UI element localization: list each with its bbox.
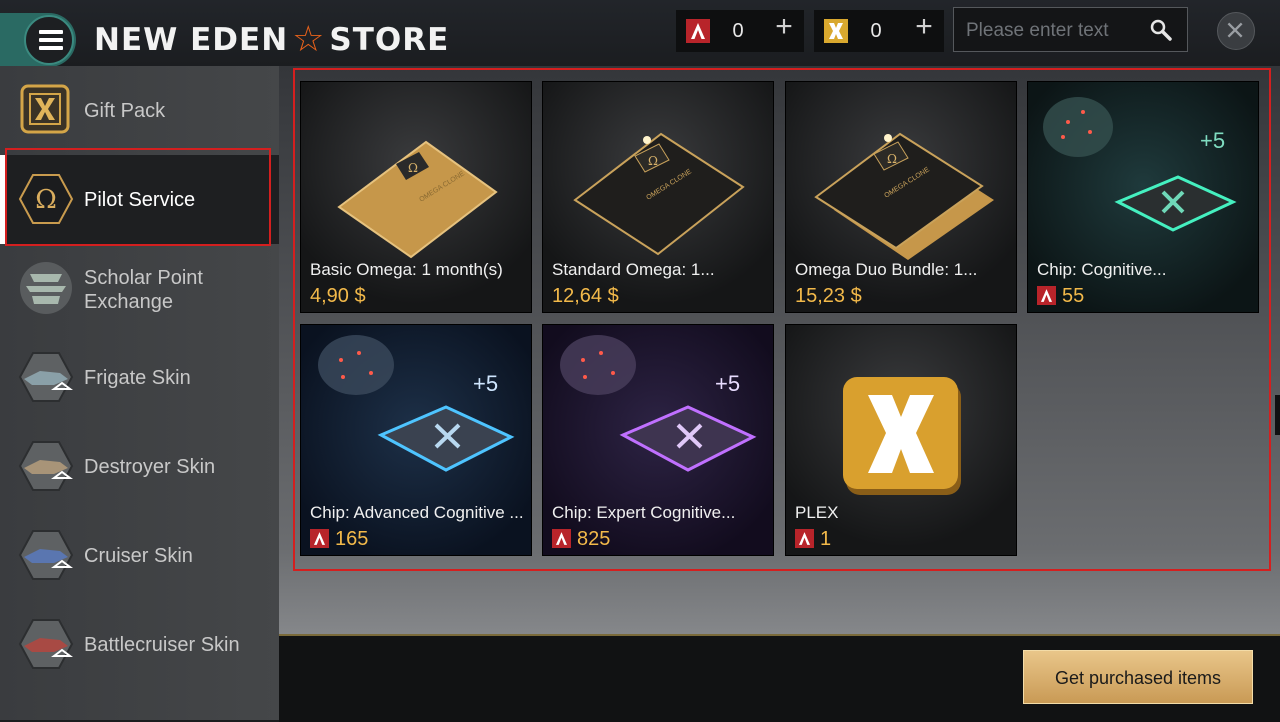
price-value: 825 <box>577 528 611 550</box>
sidebar-item-label: Gift Pack <box>84 100 166 122</box>
sidebar-item-label: Battlecruiser Skin <box>84 634 240 656</box>
search-box <box>953 7 1188 52</box>
sidebar-item-cruiser-skin[interactable]: Cruiser Skin <box>0 511 279 600</box>
scholar-icon <box>20 262 72 314</box>
product-card-chip-advanced-cognitive[interactable]: +5 Chip: Advanced Cognitive ... 165 <box>301 325 531 555</box>
sidebar-item-battlecruiser-skin[interactable]: Battlecruiser Skin <box>0 600 279 689</box>
product-price: 15,23 $ <box>795 285 862 308</box>
store-title-left: NEW EDEN <box>94 22 289 58</box>
sidebar-item-frigate-skin[interactable]: Frigate Skin <box>0 333 279 422</box>
aurum-icon <box>1037 286 1056 305</box>
aurum-icon <box>310 529 329 548</box>
product-card-basic-omega[interactable]: Ω OMEGA CLONE Basic Omega: 1 month(s) 4,… <box>301 82 531 312</box>
sidebar-item-destroyer-skin[interactable]: Destroyer Skin <box>0 422 279 511</box>
product-price: 4,90 $ <box>310 285 366 308</box>
product-name: Omega Duo Bundle: 1... <box>795 260 978 279</box>
plex-value: 0 <box>870 20 882 42</box>
product-name: PLEX <box>795 503 839 522</box>
active-indicator <box>0 155 5 244</box>
product-card-chip-cognitive[interactable]: +5 Chip: Cognitive... 55 <box>1028 82 1258 312</box>
sidebar-item-label: Destroyer Skin <box>84 456 216 478</box>
aurum-icon <box>795 529 814 548</box>
add-aurum-button[interactable]: + <box>770 10 798 44</box>
aurum-icon <box>686 19 710 43</box>
product-name: Chip: Cognitive... <box>1037 260 1167 279</box>
get-purchased-items-button[interactable]: Get purchased items <box>1023 650 1253 704</box>
product-card-plex[interactable]: PLEX 1 <box>786 325 1016 555</box>
product-name: Standard Omega: 1... <box>552 260 715 279</box>
price-value: 55 <box>1062 285 1085 307</box>
close-icon <box>1227 22 1243 38</box>
price-value: 165 <box>335 528 369 550</box>
price-value: 4,90 $ <box>310 285 366 307</box>
close-button[interactable] <box>1217 12 1255 50</box>
category-sidebar: Gift Pack Ω Pilot Service Scholar Point … <box>0 66 279 720</box>
product-price: 1 <box>795 528 831 551</box>
menu-button[interactable] <box>0 13 76 67</box>
scrollbar-thumb[interactable] <box>1275 395 1280 435</box>
price-value: 15,23 $ <box>795 285 862 307</box>
price-value: 1 <box>820 528 832 550</box>
svg-text:Ω: Ω <box>648 154 658 168</box>
chip-badge: +5 <box>715 371 740 396</box>
price-value: 12,64 $ <box>552 285 619 307</box>
search-input[interactable] <box>964 16 1148 46</box>
aurum-balance: 0 + <box>676 10 804 52</box>
product-name: Chip: Expert Cognitive... <box>552 503 736 522</box>
omega-duo-image: Ω OMEGA CLONE <box>814 132 994 260</box>
chip-image: +5 <box>1043 97 1237 232</box>
store-title: NEW EDEN ☆ STORE <box>94 18 450 60</box>
product-card-omega-duo[interactable]: Ω OMEGA CLONE Omega Duo Bundle: 1... 15,… <box>786 82 1016 312</box>
product-price: 165 <box>310 528 368 551</box>
store-title-right: STORE <box>329 22 450 58</box>
plex-balance: 0 + <box>814 10 944 52</box>
product-name: Basic Omega: 1 month(s) <box>310 260 503 279</box>
omega-card-image: Ω OMEGA CLONE <box>337 140 498 259</box>
add-plex-button[interactable]: + <box>910 10 938 44</box>
sidebar-item-label: Scholar Point Exchange <box>84 267 203 313</box>
product-price: 825 <box>552 528 610 551</box>
gift-pack-icon <box>20 84 70 134</box>
aurum-icon <box>552 529 571 548</box>
omega-card-image: Ω OMEGA CLONE <box>573 132 745 256</box>
search-icon[interactable] <box>1149 18 1173 42</box>
destroyer-icon <box>18 441 74 491</box>
omega-icon: Ω <box>18 174 74 224</box>
sidebar-item-pilot-service[interactable]: Ω Pilot Service <box>0 155 279 244</box>
sidebar-item-scholar-point-exchange[interactable]: Scholar Point Exchange <box>0 244 279 333</box>
sidebar-item-gift-pack[interactable]: Gift Pack <box>0 66 279 155</box>
product-price: 12,64 $ <box>552 285 619 308</box>
svg-text:Ω: Ω <box>887 152 897 166</box>
menu-icon <box>24 15 74 65</box>
product-name: Chip: Advanced Cognitive ... <box>310 503 524 522</box>
sidebar-item-label: Frigate Skin <box>84 367 191 389</box>
product-card-standard-omega[interactable]: Ω OMEGA CLONE Standard Omega: 1... 12,64… <box>543 82 773 312</box>
svg-text:Ω: Ω <box>408 161 418 175</box>
sidebar-item-label: Pilot Service <box>84 189 196 211</box>
product-card-chip-expert-cognitive[interactable]: +5 Chip: Expert Cognitive... 825 <box>543 325 773 555</box>
chip-badge: +5 <box>473 371 498 396</box>
battlecruiser-icon <box>18 619 74 669</box>
aurum-value: 0 <box>732 20 744 42</box>
plex-icon <box>824 19 848 43</box>
svg-text:Ω: Ω <box>35 185 57 215</box>
chip-badge: +5 <box>1200 128 1225 153</box>
cruiser-icon <box>18 530 74 580</box>
chip-image: +5 <box>560 335 757 472</box>
star-logo-icon: ☆ <box>292 19 326 60</box>
chip-image: +5 <box>318 335 515 472</box>
product-price: 55 <box>1037 285 1084 308</box>
sidebar-item-label: Cruiser Skin <box>84 545 193 567</box>
plex-card-image <box>843 377 961 495</box>
frigate-icon <box>18 352 74 402</box>
top-bar: NEW EDEN ☆ STORE 0 + 0 + <box>0 0 1280 67</box>
